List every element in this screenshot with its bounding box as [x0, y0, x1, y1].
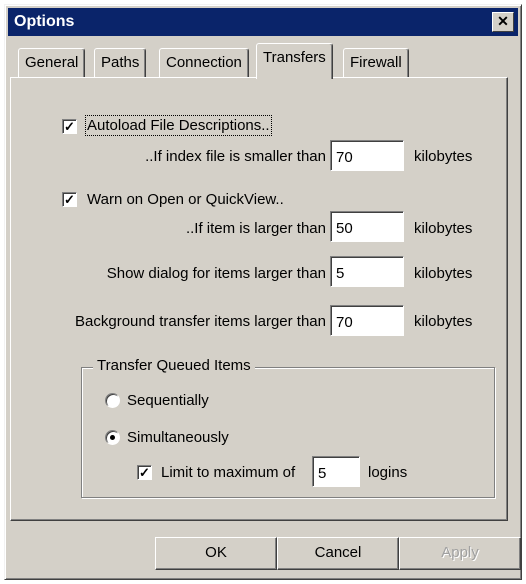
show-dialog-unit: kilobytes	[414, 265, 473, 282]
window-title: Options	[14, 13, 75, 30]
sequentially-label: Sequentially	[127, 392, 209, 409]
cancel-button[interactable]: Cancel	[277, 537, 399, 570]
item-larger-unit: kilobytes	[414, 220, 473, 237]
check-icon: ✓	[64, 119, 75, 134]
transfer-queue-title: Transfer Queued Items	[93, 357, 255, 375]
tab-paths[interactable]: Paths	[94, 48, 147, 77]
show-dialog-label: Show dialog for items larger than	[106, 265, 326, 282]
background-input[interactable]	[330, 305, 404, 336]
simultaneously-label: Simultaneously	[127, 429, 229, 446]
sequentially-radio[interactable]	[105, 393, 120, 408]
check-icon: ✓	[64, 192, 75, 207]
tab-connection-label: Connection	[166, 54, 242, 71]
autoload-checkbox[interactable]: ✓	[62, 119, 77, 134]
tab-general-label: General	[25, 54, 79, 71]
ok-button[interactable]: OK	[155, 537, 277, 570]
apply-label: Apply	[441, 544, 479, 561]
limit-unit: logins	[368, 464, 408, 481]
warn-open-label: Warn on Open or QuickView..	[87, 191, 284, 208]
ok-label: OK	[205, 544, 227, 561]
simultaneously-radio[interactable]	[105, 430, 120, 445]
apply-button[interactable]: Apply	[399, 537, 521, 570]
index-size-label: ..If index file is smaller than	[145, 148, 326, 165]
tab-transfers-label: Transfers	[263, 49, 326, 66]
show-dialog-input[interactable]	[330, 256, 404, 287]
close-icon: ✕	[497, 13, 509, 29]
tab-transfers[interactable]: Transfers	[256, 43, 333, 79]
item-larger-input[interactable]	[330, 211, 404, 242]
cancel-label: Cancel	[314, 544, 362, 561]
check-icon: ✓	[139, 465, 150, 480]
tab-paths-label: Paths	[101, 54, 140, 71]
background-label: Background transfer items larger than	[75, 313, 326, 330]
radio-selected-dot	[110, 435, 115, 440]
tab-firewall-label: Firewall	[350, 54, 402, 71]
tab-connection[interactable]: Connection	[159, 48, 249, 77]
limit-input[interactable]	[312, 456, 360, 487]
limit-label: Limit to maximum of	[161, 464, 296, 481]
close-button[interactable]: ✕	[492, 12, 514, 32]
autoload-label: Autoload File Descriptions..	[85, 115, 272, 136]
warn-open-checkbox[interactable]: ✓	[62, 192, 77, 207]
tab-firewall[interactable]: Firewall	[343, 48, 409, 77]
item-larger-label: ..If item is larger than	[185, 220, 326, 237]
title-bar[interactable]: Options ✕	[8, 8, 518, 36]
limit-checkbox[interactable]: ✓	[137, 465, 152, 480]
index-size-input[interactable]	[330, 140, 404, 171]
background-unit: kilobytes	[414, 313, 473, 330]
tab-general[interactable]: General	[18, 48, 86, 77]
index-size-unit: kilobytes	[414, 148, 473, 165]
